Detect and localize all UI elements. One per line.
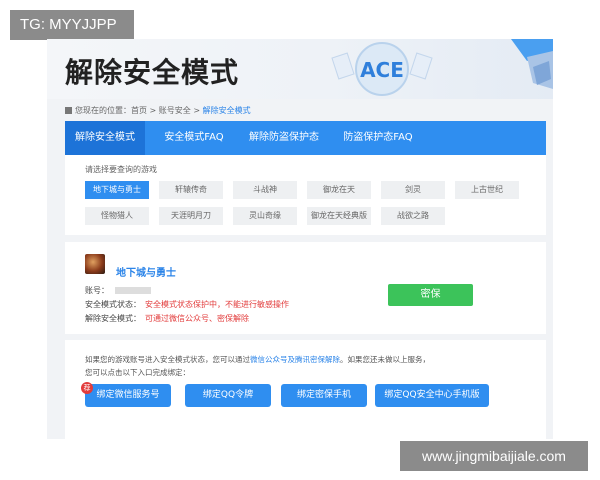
game-status-panel: 地下城与勇士 账号： 安全模式状态： 安全模式状态保护中，不能进行敏感操作 解除安…	[65, 242, 546, 334]
game-option[interactable]: 怪物猎人	[85, 207, 149, 225]
game-option[interactable]: 上古世纪	[455, 181, 519, 199]
selected-game-name: 地下城与勇士	[116, 268, 176, 279]
breadcrumb-current: 解除安全模式	[202, 106, 251, 115]
info-text: 如果您的游戏账号进入安全模式状态，您可以通过	[85, 355, 250, 364]
status-row: 安全模式状态： 安全模式状态保护中，不能进行敏感操作	[85, 299, 289, 310]
tab-bar: 解除安全模式 安全模式FAQ 解除防盗保护态 防盗保护态FAQ	[65, 121, 546, 155]
binding-panel: 如果您的游戏账号进入安全模式状态，您可以通过微信公众号及腾讯密保解除。如果您还未…	[65, 340, 546, 439]
game-selector-panel: 请选择要查询的游戏 地下城与勇士 轩辕传奇 斗战神 御龙在天 剑灵 上古世纪 怪…	[65, 155, 546, 235]
bind-qq-token-button[interactable]: 绑定QQ令牌	[185, 384, 271, 407]
bind-secure-phone-button[interactable]: 绑定密保手机	[281, 384, 367, 407]
bind-wechat-button[interactable]: 绑定微信服务号	[85, 384, 171, 407]
breadcrumb-home[interactable]: 首页	[131, 106, 147, 115]
info-link[interactable]: 微信公众号及腾讯密保解除	[250, 355, 340, 364]
hero-banner: 解除安全模式 ACE	[47, 39, 553, 99]
game-option[interactable]: 斗战神	[233, 181, 297, 199]
breadcrumb-prefix: 您现在的位置：	[75, 106, 131, 115]
unlock-label: 解除安全模式：	[85, 314, 141, 323]
unlock-row: 解除安全模式： 可通过微信公众号、密保解除	[85, 313, 249, 324]
breadcrumb-sep: >	[147, 106, 159, 115]
page-card: 解除安全模式 ACE 您现在的位置：首页 > 账号安全 > 解除安全模式 解除安…	[47, 39, 553, 439]
bind-qq-security-center-button[interactable]: 绑定QQ安全中心手机版	[375, 384, 489, 407]
info-line-1: 如果您的游戏账号进入安全模式状态，您可以通过微信公众号及腾讯密保解除。如果您还未…	[85, 354, 430, 365]
breadcrumb-section[interactable]: 账号安全	[159, 106, 191, 115]
tab-unlock-safe-mode[interactable]: 解除安全模式	[65, 121, 145, 155]
game-option[interactable]: 剑灵	[381, 181, 445, 199]
page-title: 解除安全模式	[65, 56, 240, 89]
game-option[interactable]: 御龙在天	[307, 181, 371, 199]
game-avatar	[85, 254, 105, 274]
account-label: 账号：	[85, 286, 109, 295]
game-option-dnf[interactable]: 地下城与勇士	[85, 181, 149, 199]
tab-safe-mode-faq[interactable]: 安全模式FAQ	[151, 121, 237, 155]
tab-unlock-anti-theft[interactable]: 解除防盗保护态	[239, 121, 329, 155]
breadcrumb-sep: >	[190, 106, 203, 115]
info-line-2: 您可以点击以下入口完成绑定：	[85, 368, 190, 377]
recommend-badge: 荐	[81, 382, 93, 394]
info-text: 。如果您还未做以上服务，	[340, 355, 430, 364]
crystal-decoration	[511, 39, 553, 89]
account-row: 账号：	[85, 285, 151, 296]
ace-logo: ACE	[331, 42, 433, 96]
game-option[interactable]: 轩辕传奇	[159, 181, 223, 199]
mibao-button[interactable]: 密保	[388, 284, 473, 306]
tab-anti-theft-faq[interactable]: 防盗保护态FAQ	[331, 121, 425, 155]
breadcrumb: 您现在的位置：首页 > 账号安全 > 解除安全模式	[65, 105, 251, 116]
svg-text:ACE: ACE	[360, 58, 404, 82]
home-icon	[65, 107, 72, 114]
game-select-prompt: 请选择要查询的游戏	[85, 165, 157, 174]
game-option[interactable]: 灵山奇缘	[233, 207, 297, 225]
unlock-value: 可通过微信公众号、密保解除	[145, 314, 249, 323]
status-value: 安全模式状态保护中，不能进行敏感操作	[145, 300, 289, 309]
game-option[interactable]: 天涯明月刀	[159, 207, 223, 225]
game-option[interactable]: 御龙在天经典版	[307, 207, 371, 225]
account-value-masked	[115, 287, 151, 294]
watermark-bottom: www.jingmibaijiale.com	[400, 441, 588, 471]
watermark-top: TG: MYYJJPP	[10, 10, 134, 40]
status-label: 安全模式状态：	[85, 300, 141, 309]
game-option[interactable]: 战欲之路	[381, 207, 445, 225]
